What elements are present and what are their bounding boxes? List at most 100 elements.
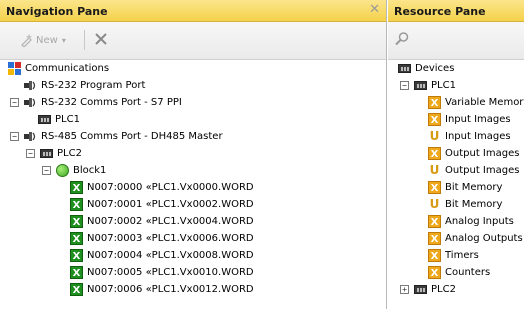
tag-x-icon: X xyxy=(70,283,83,296)
devices-icon xyxy=(398,64,411,73)
collapse-icon[interactable]: − xyxy=(10,132,19,141)
tree-item-label: Communications xyxy=(25,63,110,74)
plc-icon xyxy=(414,81,427,90)
resource-x-icon: X xyxy=(428,113,441,126)
tree-item-block1[interactable]: − Block1 xyxy=(42,162,106,179)
tree-item-label: N007:0006 «PLC1.Vx0012.WORD xyxy=(87,284,254,295)
navigation-toolbar: New ▾ xyxy=(0,22,386,60)
tag-x-icon: X xyxy=(70,215,83,228)
tree-item-label: Output Images xyxy=(445,148,520,159)
tree-item-rs485-comms-port[interactable]: − RS-485 Comms Port - DH485 Master xyxy=(10,128,223,145)
resource-x-icon: X xyxy=(428,266,441,279)
tree-item-label: N007:0000 «PLC1.Vx0000.WORD xyxy=(87,182,254,193)
tree-item-resource[interactable]: X Counters xyxy=(428,264,490,281)
resource-u-icon: U xyxy=(429,197,440,211)
tree-item-label: Output Images xyxy=(445,165,520,176)
resource-x-icon: X xyxy=(428,147,441,160)
communications-icon xyxy=(8,62,21,75)
collapse-icon[interactable]: − xyxy=(42,166,51,175)
resource-pane-header: Resource Pane xyxy=(388,0,524,22)
tree-item-rs232-program-port[interactable]: RS-232 Program Port xyxy=(24,77,145,94)
tree-item-label: N007:0005 «PLC1.Vx0010.WORD xyxy=(87,267,254,278)
tree-item-label: Bit Memory xyxy=(445,182,503,193)
port-icon xyxy=(24,81,36,90)
tree-item-label: Timers xyxy=(445,250,479,261)
tree-item-rs232-comms-port[interactable]: − RS-232 Comms Port - S7 PPI xyxy=(10,94,182,111)
tag-x-icon: X xyxy=(70,232,83,245)
tree-item-tag[interactable]: X N007:0001 «PLC1.Vx0002.WORD xyxy=(70,196,254,213)
resource-pane-title: Resource Pane xyxy=(394,5,486,18)
tree-item-plc2[interactable]: − PLC2 xyxy=(26,145,82,162)
tree-item-label: Bit Memory xyxy=(445,199,503,210)
tree-item-resource[interactable]: X Timers xyxy=(428,247,479,264)
tree-item-tag[interactable]: X N007:0003 «PLC1.Vx0006.WORD xyxy=(70,230,254,247)
resource-u-icon: U xyxy=(429,129,440,143)
tree-item-label: Devices xyxy=(415,63,455,74)
new-button[interactable]: New ▾ xyxy=(20,33,66,47)
tree-item-plc2[interactable]: + PLC2 xyxy=(400,281,456,298)
tree-item-resource[interactable]: X Variable Memory xyxy=(428,94,524,111)
resource-x-icon: X xyxy=(428,215,441,228)
tree-item-tag[interactable]: X N007:0004 «PLC1.Vx0008.WORD xyxy=(70,247,254,264)
chevron-down-icon: ▾ xyxy=(61,35,66,45)
tree-item-resource[interactable]: X Bit Memory xyxy=(428,179,502,196)
tree-item-label: PLC1 xyxy=(431,80,456,91)
tree-item-tag[interactable]: X N007:0006 «PLC1.Vx0012.WORD xyxy=(70,281,254,298)
tree-item-resource[interactable]: X Output Images xyxy=(428,145,519,162)
tree-item-label: Analog Inputs xyxy=(445,216,514,227)
tree-item-label: RS-485 Comms Port - DH485 Master xyxy=(41,131,223,142)
tree-item-label: PLC2 xyxy=(57,148,82,159)
port-icon xyxy=(24,98,36,107)
tree-item-resource[interactable]: X Analog Outputs xyxy=(428,230,523,247)
tree-item-plc1[interactable]: PLC1 xyxy=(38,111,80,128)
tree-item-tag[interactable]: X N007:0000 «PLC1.Vx0000.WORD xyxy=(70,179,254,196)
resource-x-icon: X xyxy=(428,181,441,194)
tag-x-icon: X xyxy=(70,181,83,194)
resource-pane: Resource Pane Devices − PLC1 X Variable … xyxy=(388,0,524,309)
port-icon xyxy=(24,132,36,141)
resource-u-icon: U xyxy=(429,163,440,177)
collapse-icon[interactable]: − xyxy=(400,81,409,90)
tag-x-icon: X xyxy=(70,198,83,211)
tree-item-tag[interactable]: X N007:0005 «PLC1.Vx0010.WORD xyxy=(70,264,254,281)
tree-item-resource[interactable]: U Output Images xyxy=(428,162,520,179)
tree-item-label: Input Images xyxy=(445,114,511,125)
tree-item-tag[interactable]: X N007:0002 «PLC1.Vx0004.WORD xyxy=(70,213,254,230)
resource-x-icon: X xyxy=(428,249,441,262)
tree-item-resource[interactable]: U Input Images xyxy=(428,128,511,145)
new-button-label: New xyxy=(36,34,58,46)
tree-item-plc1[interactable]: − PLC1 xyxy=(400,77,456,94)
tree-item-resource[interactable]: X Analog Inputs xyxy=(428,213,514,230)
tree-item-resource[interactable]: X Input Images xyxy=(428,111,511,128)
block-icon xyxy=(56,164,69,177)
tree-item-communications[interactable]: Communications xyxy=(8,60,109,77)
plc-icon xyxy=(38,115,51,124)
tree-item-label: RS-232 Comms Port - S7 PPI xyxy=(41,97,182,108)
tag-x-icon: X xyxy=(70,266,83,279)
navigation-pane-header: Navigation Pane ✕ xyxy=(0,0,386,22)
tree-item-label: PLC2 xyxy=(431,284,456,295)
tree-item-label: Block1 xyxy=(73,165,107,176)
close-icon[interactable]: ✕ xyxy=(369,3,380,17)
collapse-icon[interactable]: − xyxy=(26,149,35,158)
resource-toolbar xyxy=(388,22,524,60)
delete-button[interactable] xyxy=(93,31,109,50)
tree-item-label: RS-232 Program Port xyxy=(41,80,146,91)
tree-item-label: N007:0001 «PLC1.Vx0002.WORD xyxy=(87,199,254,210)
resource-x-icon: X xyxy=(428,96,441,109)
plc-icon xyxy=(414,285,427,294)
expand-icon[interactable]: + xyxy=(400,285,409,294)
tree-item-label: Input Images xyxy=(445,131,511,142)
tree-item-resource[interactable]: U Bit Memory xyxy=(428,196,503,213)
collapse-icon[interactable]: − xyxy=(10,98,19,107)
navigation-pane-title: Navigation Pane xyxy=(6,5,108,18)
tree-item-devices[interactable]: Devices xyxy=(398,60,454,77)
toolbar-divider xyxy=(84,30,85,50)
new-icon xyxy=(21,34,32,47)
plc-icon xyxy=(40,149,53,158)
search-icon[interactable] xyxy=(394,31,410,47)
navigation-pane: Navigation Pane ✕ New ▾ Communications R… xyxy=(0,0,387,309)
tree-item-label: N007:0004 «PLC1.Vx0008.WORD xyxy=(87,250,254,261)
tree-item-label: PLC1 xyxy=(55,114,80,125)
tree-item-label: N007:0003 «PLC1.Vx0006.WORD xyxy=(87,233,254,244)
